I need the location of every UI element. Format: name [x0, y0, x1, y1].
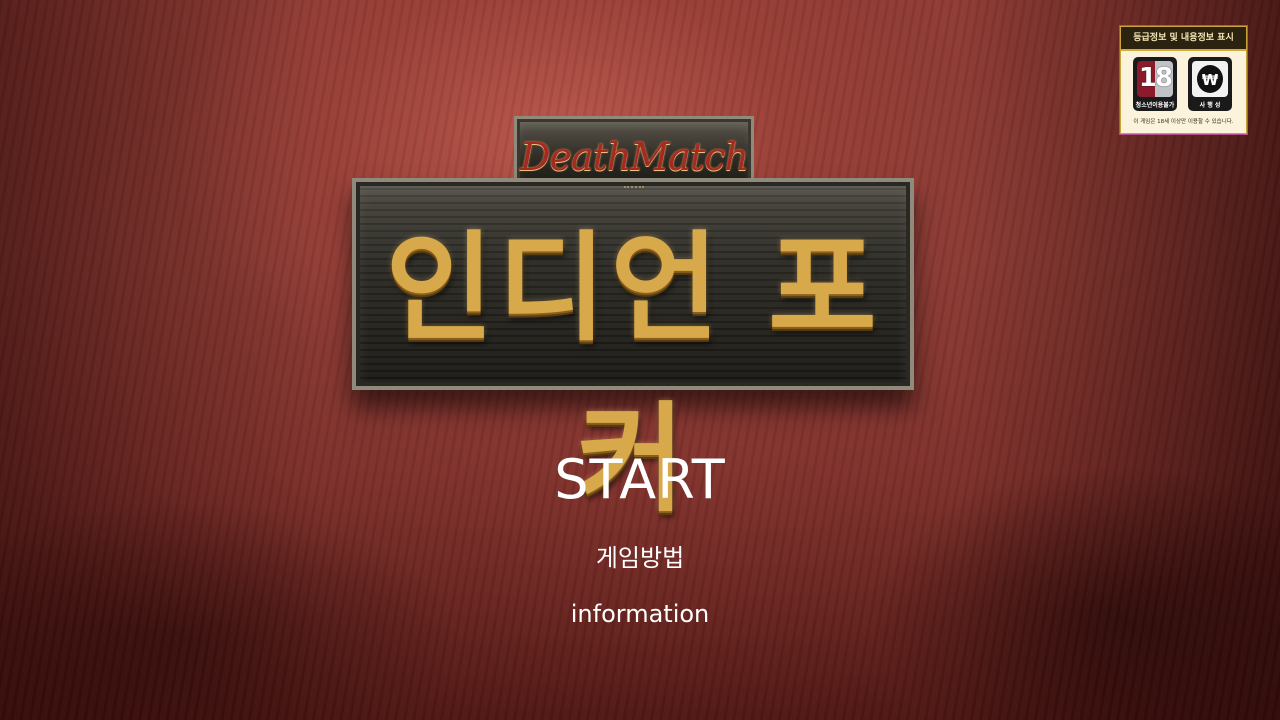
logo-subtitle: DeathMatch [520, 135, 749, 179]
start-button[interactable]: START [0, 448, 1280, 511]
gambling-icon-frame: ₩ [1192, 61, 1228, 97]
how-to-play-button[interactable]: 게임방법 [0, 538, 1280, 573]
age-rating-number: 18 [1138, 63, 1173, 93]
game-logo: DeathMatch 인디언 포커 [352, 116, 914, 528]
rating-note: 이 게임은 18세 이상만 이용할 수 있습니다. [1133, 119, 1234, 125]
rating-badge-title: 등급정보 및 내용정보 표시 [1121, 27, 1246, 51]
gambling-content-label: 사 행 성 [1199, 102, 1221, 109]
age-rating-label: 청소년이용불가 [1135, 102, 1175, 109]
won-sign-icon: ₩ [1197, 65, 1223, 93]
information-button[interactable]: information [0, 600, 1280, 628]
rating-badge: 등급정보 및 내용정보 표시 18 청소년이용불가 ₩ 사 행 성 이 게임은 … [1119, 25, 1248, 135]
logo-plate: 인디언 포커 [352, 178, 914, 528]
age-rating-box: 18 청소년이용불가 [1133, 57, 1177, 111]
gambling-content-box: ₩ 사 행 성 [1188, 57, 1232, 111]
logo-divider [624, 186, 644, 192]
age-18-icon: 18 [1137, 61, 1173, 97]
